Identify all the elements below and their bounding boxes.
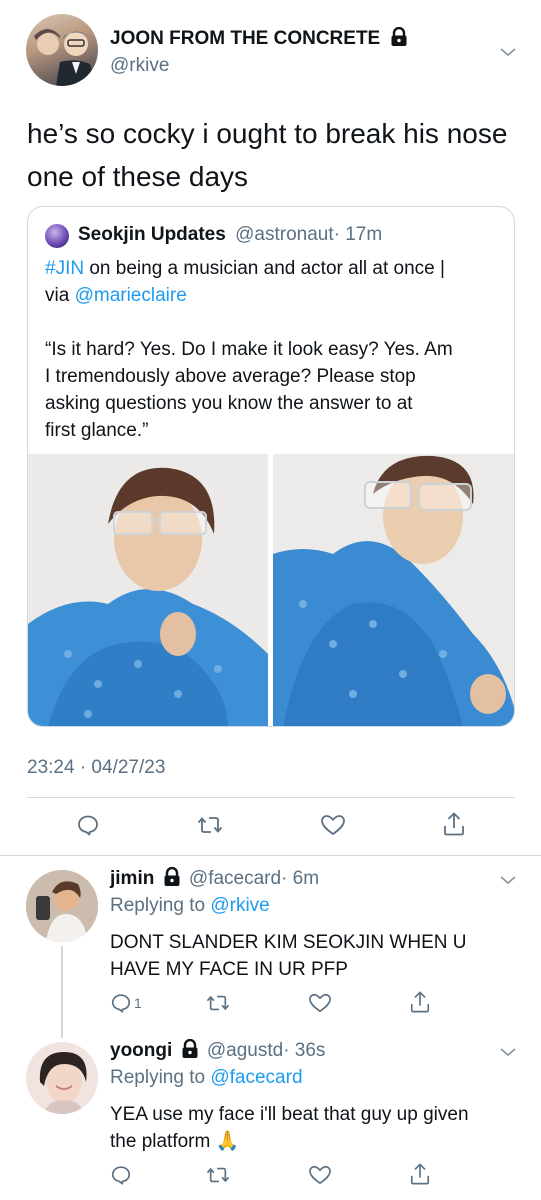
reply-header: yoongi @agustd· 36s <box>110 1038 326 1062</box>
tweet-text-line: one of these days <box>27 161 249 192</box>
thread-line <box>61 946 63 1038</box>
retweet-icon[interactable] <box>205 1164 231 1186</box>
reply-display-name[interactable]: yoongi <box>110 1040 172 1061</box>
avatar[interactable] <box>26 1042 98 1114</box>
lock-icon <box>391 26 407 46</box>
chevron-down-icon[interactable] <box>499 874 517 886</box>
display-name-text: JOON FROM THE CONCRETE <box>110 28 381 49</box>
mention-link[interactable]: @marieclaire <box>75 285 187 306</box>
like-icon[interactable] <box>308 1164 332 1186</box>
reply-count: 1 <box>134 995 142 1011</box>
quote-line: asking questions you know the answer to … <box>45 393 413 414</box>
main-display-name[interactable]: JOON FROM THE CONCRETE <box>110 26 408 50</box>
share-icon[interactable] <box>409 990 431 1014</box>
quote-line: “Is it hard? Yes. Do I make it look easy… <box>45 339 453 360</box>
quoted-tweet-card[interactable]: Seokjin Updates @astronaut· 17m #JIN on … <box>27 206 515 727</box>
reply-handle[interactable]: @agustd <box>207 1040 283 1061</box>
reply-display-name[interactable]: jimin <box>110 868 154 889</box>
quoted-photo-1[interactable] <box>28 454 268 726</box>
replying-to-link[interactable]: @facecard <box>210 1067 302 1088</box>
reply-icon <box>111 994 131 1013</box>
tweet-timestamp[interactable]: 23:24 · 04/27/23 <box>27 757 165 779</box>
reply-header: jimin @facecard· 6m <box>110 866 320 890</box>
reply-icon[interactable] <box>76 813 100 837</box>
share-icon[interactable] <box>409 1162 431 1186</box>
reply-text: DONT SLANDER KIM SEOKJIN WHEN U HAVE MY … <box>110 929 466 983</box>
replying-to-link[interactable]: @rkive <box>210 895 269 916</box>
avatar[interactable] <box>26 870 98 942</box>
divider <box>0 855 541 856</box>
share-icon[interactable] <box>442 811 466 837</box>
quoted-header: Seokjin Updates @astronaut· 17m <box>78 224 382 246</box>
avatar[interactable] <box>26 14 98 86</box>
tweet-text-line: he’s so cocky i ought to break his nose <box>27 118 508 149</box>
replying-label: Replying to <box>110 1067 211 1088</box>
divider <box>27 797 515 798</box>
quoted-handle: @astronaut <box>235 224 334 245</box>
like-icon[interactable] <box>320 813 346 837</box>
retweet-icon[interactable] <box>205 992 231 1014</box>
quoted-text-span: via <box>45 285 75 306</box>
replying-to: Replying to @rkive <box>110 895 270 917</box>
quote-line: first glance.” <box>45 420 149 441</box>
chevron-down-icon[interactable] <box>499 1046 517 1058</box>
main-handle[interactable]: @rkive <box>110 55 169 77</box>
quote-line: I tremendously above average? Please sto… <box>45 366 416 387</box>
reply-text-line: DONT SLANDER KIM SEOKJIN WHEN U <box>110 932 467 953</box>
quoted-avatar <box>45 224 69 248</box>
chevron-down-icon[interactable] <box>499 46 517 58</box>
reply-time: · 36s <box>283 1040 326 1061</box>
lock-icon <box>182 1038 198 1058</box>
reply-handle[interactable]: @facecard <box>189 868 281 889</box>
replying-to: Replying to @facecard <box>110 1067 303 1089</box>
quoted-photo-2[interactable] <box>273 454 514 726</box>
quoted-text: #JIN on being a musician and actor all a… <box>45 255 514 444</box>
like-icon[interactable] <box>308 992 332 1014</box>
replying-label: Replying to <box>110 895 211 916</box>
reply-icon[interactable] <box>110 1164 132 1186</box>
reply-text-line: YEA use my face i'll beat that guy up gi… <box>110 1104 469 1125</box>
quoted-display-name: Seokjin Updates <box>78 224 226 245</box>
reply-text-line: the platform 🙏 <box>110 1131 240 1152</box>
lock-icon <box>164 866 180 886</box>
quoted-text-span: on being a musician and actor all at onc… <box>84 258 445 279</box>
tweet-text: he’s so cocky i ought to break his nose … <box>27 112 507 198</box>
hashtag-link[interactable]: #JIN <box>45 258 84 279</box>
reply-text-line: HAVE MY FACE IN UR PFP <box>110 959 348 980</box>
retweet-icon[interactable] <box>196 813 224 837</box>
reply-time: · 6m <box>281 868 320 889</box>
reply-button[interactable]: 1 <box>110 992 142 1014</box>
quoted-time: · 17m <box>333 224 383 245</box>
reply-text: YEA use my face i'll beat that guy up gi… <box>110 1101 469 1155</box>
